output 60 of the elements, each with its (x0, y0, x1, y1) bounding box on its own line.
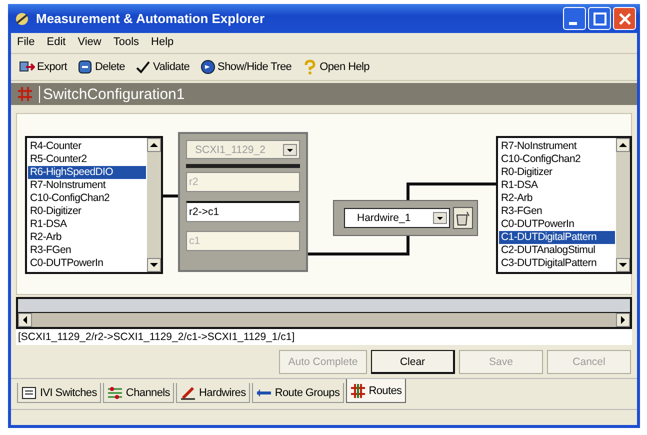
list-item[interactable]: R0-Digitizer (499, 166, 615, 179)
toolbar-button[interactable]: Open Help (302, 59, 370, 75)
toolbar-button[interactable]: Delete (77, 59, 125, 75)
toolbar-button[interactable]: Show/Hide Tree (200, 59, 292, 75)
close-button[interactable] (613, 7, 636, 30)
tab[interactable]: Channels (102, 383, 174, 403)
list-item[interactable]: R3-FGen (499, 205, 615, 218)
text-field[interactable]: r2->c1 (186, 201, 300, 222)
list-item[interactable]: C10-ConfigChan2 (28, 192, 146, 205)
tab[interactable]: Routes (346, 379, 406, 403)
list-item[interactable]: R2-Arb (28, 231, 146, 244)
scrollbar[interactable] (147, 138, 161, 272)
window-title: Measurement & Automation Explorer (36, 11, 266, 26)
tab[interactable]: Route Groups (252, 383, 344, 403)
list-item[interactable]: R2-Arb (499, 192, 615, 205)
list-item[interactable]: C0-DUTPowerIn (28, 257, 146, 270)
minimize-icon (568, 22, 576, 25)
tab[interactable]: IVI Switches (17, 383, 101, 403)
action-button[interactable]: Clear (371, 350, 455, 374)
list-item[interactable]: R5-Counter2 (28, 153, 146, 166)
list-item[interactable]: C1-DUTDigitalPattern (499, 231, 615, 244)
toolbar-button[interactable]: Validate (135, 59, 190, 75)
maximize-icon (590, 10, 608, 28)
list-item[interactable]: R1-DSA (499, 179, 615, 192)
minimize-button[interactable] (563, 7, 586, 30)
menu-item[interactable]: Edit (46, 36, 66, 50)
list-item[interactable]: C2-DUTAnalogStimul (499, 244, 615, 257)
hardwire-dropdown[interactable]: Hardwire_1 (344, 208, 450, 228)
list-item[interactable]: C10-ConfigChan2 (499, 153, 615, 166)
tree-icon (200, 59, 216, 75)
list-item[interactable]: R0-Digitizer (28, 205, 146, 218)
menu-item[interactable]: Tools (113, 36, 140, 50)
list-item[interactable]: R7-NoInstrument (28, 179, 146, 192)
delete-icon (77, 59, 93, 75)
route-path-text: [SCXI1_1129_2/r2->SCXI1_1129_2/c1->SCXI1_1129_1/c1] (16, 329, 632, 345)
grid-icon (17, 86, 33, 102)
list-item[interactable]: C0-DUTPowerIn (499, 218, 615, 231)
list-item[interactable]: R1-DSA (28, 218, 146, 231)
header-title: SwitchConfiguration1 (39, 86, 185, 102)
checkmark-icon (135, 59, 151, 75)
list-item[interactable]: R7-NoInstrument (499, 140, 615, 153)
grid-icon (350, 382, 366, 398)
list-item[interactable]: R6-HighSpeedDIO (28, 166, 146, 179)
bucket-icon (455, 210, 471, 226)
horizontal-scrollbar[interactable] (16, 312, 632, 329)
hardwire-button[interactable] (453, 207, 473, 229)
toolbar-button[interactable]: Export (19, 59, 67, 75)
list-icon (21, 384, 37, 400)
scrollbar[interactable] (616, 138, 630, 272)
list-item[interactable]: C3-DUTDigitalPattern (499, 257, 615, 270)
list-item[interactable]: R4-Counter (28, 140, 146, 153)
wire-icon (180, 384, 196, 400)
channels-icon (106, 384, 123, 400)
list-item[interactable]: R3-FGen (28, 244, 146, 257)
menu-item[interactable]: View (78, 36, 102, 50)
tab[interactable]: Hardwires (176, 383, 250, 403)
app-icon (14, 10, 30, 26)
maximize-button[interactable] (588, 7, 611, 30)
menu-item[interactable]: Help (151, 36, 174, 50)
menu-item[interactable]: File (17, 36, 35, 50)
